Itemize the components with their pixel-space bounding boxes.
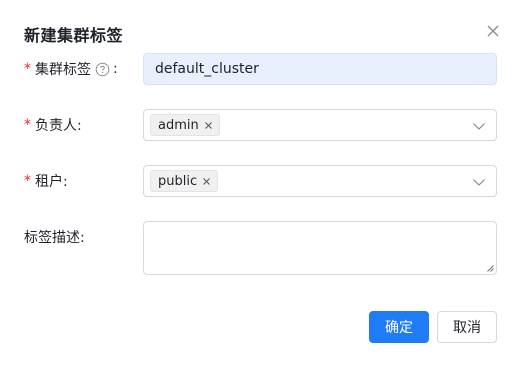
tag-remove-icon[interactable] [204,121,213,130]
tag-remove-icon[interactable] [202,177,211,186]
description-textarea[interactable] [143,221,497,275]
tenant-tag-label: public [158,173,198,189]
required-mark: * [24,117,31,133]
chevron-down-icon[interactable] [472,175,486,189]
tenant-label-text: 租户: [35,174,68,190]
owner-tag: admin [150,114,220,136]
confirm-button[interactable]: 确定 [369,311,429,343]
cluster-tag-input[interactable]: default_cluster [143,53,497,85]
label-colon: : [113,61,118,77]
owner-select[interactable]: admin [143,109,497,141]
required-mark: * [24,61,31,77]
cancel-button[interactable]: 取消 [437,311,497,343]
tenant-label: * 租户: [24,165,68,197]
cluster-tag-label: * 集群标签 : [24,53,118,85]
required-mark: * [24,173,31,189]
dialog-title: 新建集群标签 [24,26,124,45]
description-label: 标签描述: [24,230,85,246]
owner-tag-label: admin [158,117,199,133]
cluster-tag-input-value: default_cluster [155,61,259,77]
tenant-tag: public [150,170,219,192]
cluster-tag-label-text: 集群标签 [35,62,91,78]
close-icon[interactable] [484,22,502,40]
new-cluster-tag-dialog: 新建集群标签 * 集群标签 : default_cluster * 负责人: a… [0,0,522,365]
chevron-down-icon[interactable] [472,119,486,133]
owner-label-text: 负责人: [35,118,82,134]
tenant-select[interactable]: public [143,165,497,197]
question-circle-icon[interactable] [95,62,110,77]
owner-label: * 负责人: [24,109,82,141]
resize-grip-icon[interactable] [486,264,494,272]
